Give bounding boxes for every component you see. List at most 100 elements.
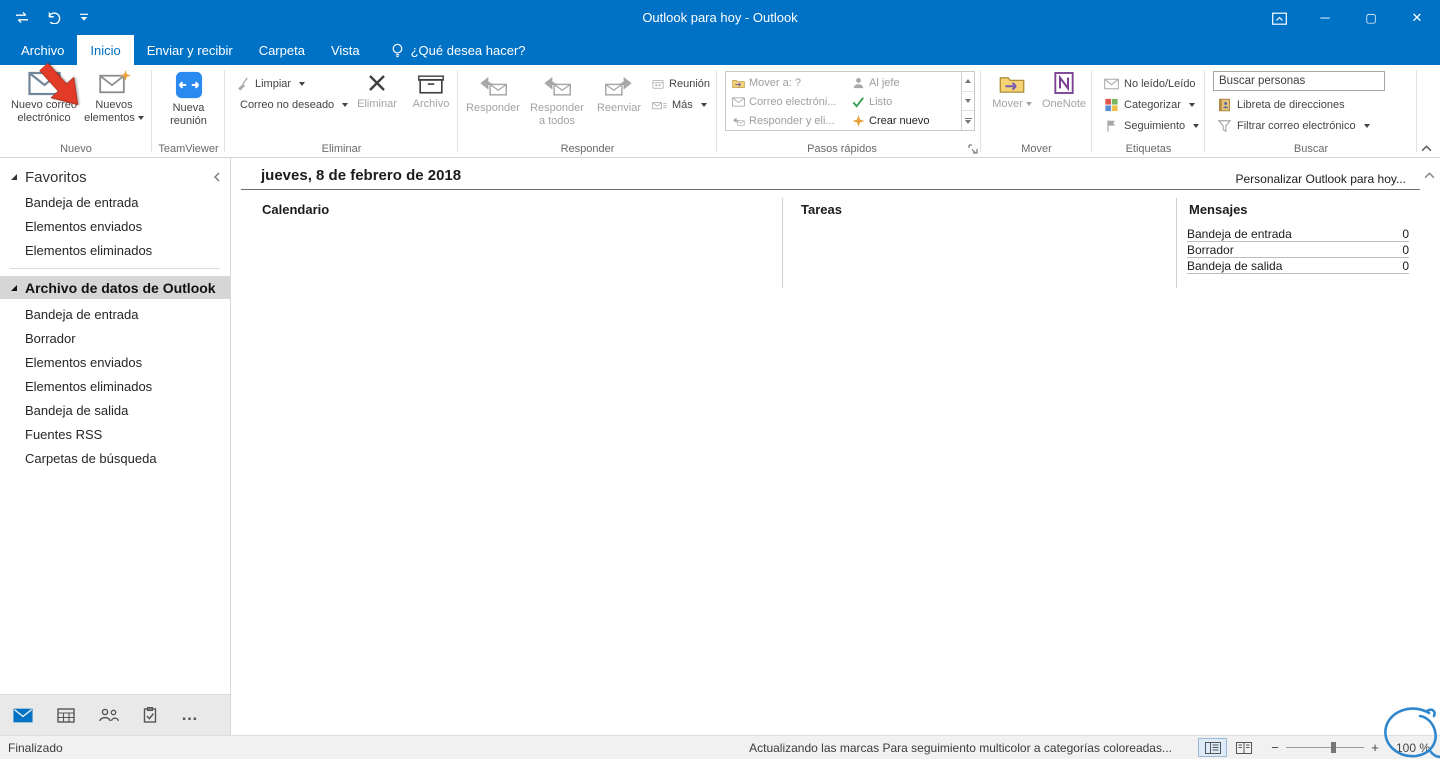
eliminar-button[interactable]: Eliminar	[349, 65, 405, 143]
close-button[interactable]: ✕	[1394, 0, 1440, 35]
reading-view-button[interactable]	[1229, 738, 1258, 757]
mas-button[interactable]: Más	[648, 94, 714, 115]
view-shortcuts	[1198, 738, 1258, 757]
folder-link[interactable]: Borrador	[1187, 243, 1234, 257]
maximize-button[interactable]: ▢	[1348, 0, 1394, 35]
quick-step-al-jefe[interactable]: Al jefe	[850, 73, 958, 92]
nav-calendar-button[interactable]	[57, 707, 75, 723]
quick-step-listo[interactable]: Listo	[850, 92, 958, 111]
no-leido-button[interactable]: No leído/Leído	[1100, 73, 1205, 94]
archivar-button[interactable]: Archivo	[405, 65, 457, 143]
quick-step-correo-electronico[interactable]: Correo electróni...	[730, 92, 850, 111]
mensajes-column-header[interactable]: Mensajes	[1189, 202, 1248, 217]
correo-no-deseado-button[interactable]: Correo no deseado	[231, 94, 349, 115]
lightbulb-icon	[391, 43, 404, 58]
pasos-rapidos-dialog-launcher[interactable]	[968, 144, 978, 154]
minimize-folder-pane-button[interactable]	[214, 172, 220, 182]
nav-more-button[interactable]: …	[181, 706, 199, 725]
folder-elementos-enviados[interactable]: Elementos enviados	[0, 214, 230, 238]
message-folder-row[interactable]: Borrador 0	[1187, 242, 1409, 258]
quick-steps-more[interactable]	[962, 111, 974, 130]
seguimiento-button[interactable]: Seguimiento	[1100, 115, 1205, 136]
mover-button[interactable]: Mover	[987, 65, 1037, 143]
filtrar-correo-button[interactable]: Filtrar correo electrónico	[1213, 115, 1417, 136]
undo-button[interactable]	[47, 11, 62, 24]
ribbon-tab-row: Archivo Inicio Enviar y recibir Carpeta …	[0, 35, 1440, 65]
zoom-minus-icon: −	[1271, 740, 1279, 755]
group-label-teamviewer: TeamViewer	[158, 143, 219, 155]
tell-me-box[interactable]: ¿Qué desea hacer?	[391, 35, 526, 65]
favoritos-header[interactable]: Favoritos	[0, 164, 230, 190]
folder-link[interactable]: Bandeja de salida	[1187, 259, 1282, 273]
zoom-slider-thumb[interactable]	[1331, 742, 1337, 753]
no-leido-label: No leído/Leído	[1124, 77, 1196, 90]
folder-bandeja-de-entrada[interactable]: Bandeja de entrada	[0, 302, 230, 326]
new-items-button[interactable]: Nuevos elementos	[82, 65, 146, 143]
ribbon-display-options-button[interactable]	[1256, 0, 1302, 35]
nav-mail-button[interactable]	[13, 708, 33, 723]
folder-link[interactable]: Bandeja de entrada	[1187, 227, 1292, 241]
pane-divider	[10, 268, 220, 269]
categorizar-button[interactable]: Categorizar	[1100, 94, 1205, 115]
tareas-column-header[interactable]: Tareas	[801, 202, 842, 217]
scroll-up-arrow[interactable]	[1424, 172, 1435, 179]
folder-bandeja-de-entrada[interactable]: Bandeja de entrada	[0, 190, 230, 214]
quick-step-mover-a[interactable]: Mover a: ?	[730, 73, 850, 92]
libreta-direcciones-button[interactable]: Libreta de direcciones	[1213, 94, 1417, 115]
onenote-label: OneNote	[1041, 98, 1087, 110]
messages-summary-list: Bandeja de entrada 0 Borrador 0 Bandeja …	[1187, 226, 1409, 274]
onenote-button[interactable]: OneNote	[1037, 65, 1091, 143]
tab-archivo[interactable]: Archivo	[8, 35, 77, 65]
window-title: Outlook para hoy - Outlook	[642, 10, 798, 25]
zoom-slider[interactable]	[1286, 738, 1364, 757]
tab-vista[interactable]: Vista	[318, 35, 373, 65]
dropdown-caret-icon	[1363, 123, 1370, 128]
folder-label: Carpetas de búsqueda	[25, 450, 157, 466]
column-label: Mensajes	[1189, 202, 1248, 217]
folder-bandeja-de-salida[interactable]: Bandeja de salida	[0, 398, 230, 422]
quick-step-crear-nuevo[interactable]: Crear nuevo	[850, 111, 958, 130]
archivo-datos-label: Archivo de datos de Outlook	[25, 279, 216, 296]
nav-people-button[interactable]	[99, 708, 119, 722]
reenviar-button[interactable]: Reenviar	[590, 65, 648, 143]
reunion-button[interactable]: Reunión	[648, 73, 714, 94]
send-receive-button[interactable]	[14, 11, 30, 24]
minimize-button[interactable]: ─	[1302, 0, 1348, 35]
limpiar-button[interactable]: Limpiar	[231, 73, 349, 94]
folder-count: 0	[1402, 258, 1409, 273]
folder-carpetas-de-busqueda[interactable]: Carpetas de búsqueda	[0, 446, 230, 470]
tab-inicio[interactable]: Inicio	[77, 35, 134, 65]
tab-enviar-y-recibir[interactable]: Enviar y recibir	[134, 35, 246, 65]
folder-label: Elementos eliminados	[25, 378, 153, 394]
quick-steps-scroll-down[interactable]	[962, 92, 974, 112]
folder-label: Elementos enviados	[25, 354, 143, 370]
tell-me-label: ¿Qué desea hacer?	[410, 42, 526, 58]
folder-elementos-eliminados[interactable]: Elementos eliminados	[0, 238, 230, 262]
zoom-out-button[interactable]: −	[1268, 740, 1282, 755]
favoritos-list: Bandeja de entrada Elementos enviados El…	[0, 190, 230, 262]
norm-view-button[interactable]	[1198, 738, 1227, 757]
message-folder-row[interactable]: Bandeja de salida 0	[1187, 258, 1409, 274]
new-meeting-button[interactable]: Nueva reunión	[158, 65, 220, 143]
message-folder-row[interactable]: Bandeja de entrada 0	[1187, 226, 1409, 242]
customize-qat-button[interactable]	[79, 13, 89, 22]
responder-a-todos-button[interactable]: Responder a todos	[524, 65, 590, 143]
reenviar-label: Reenviar	[596, 102, 642, 114]
nav-tasks-button[interactable]	[143, 707, 157, 723]
column-label: Tareas	[801, 202, 842, 217]
quick-step-responder-y-eliminar[interactable]: Responder y eli...	[730, 111, 850, 130]
buscar-personas-input[interactable]	[1213, 71, 1385, 91]
folder-elementos-eliminados[interactable]: Elementos eliminados	[0, 374, 230, 398]
quick-steps-scroll-up[interactable]	[962, 72, 974, 92]
calendario-column-header[interactable]: Calendario	[262, 202, 329, 217]
responder-button[interactable]: Responder	[462, 65, 524, 143]
collapse-ribbon-button[interactable]	[1421, 145, 1432, 152]
folder-elementos-enviados[interactable]: Elementos enviados	[0, 350, 230, 374]
customize-outlook-today-link[interactable]: Personalizar Outlook para hoy...	[1235, 172, 1406, 186]
tab-carpeta[interactable]: Carpeta	[246, 35, 318, 65]
archivo-datos-header[interactable]: Archivo de datos de Outlook	[0, 276, 230, 299]
column-divider	[1176, 198, 1177, 288]
folder-fuentes-rss[interactable]: Fuentes RSS	[0, 422, 230, 446]
folder-borrador[interactable]: Borrador	[0, 326, 230, 350]
dropdown-caret-icon	[1193, 123, 1200, 128]
